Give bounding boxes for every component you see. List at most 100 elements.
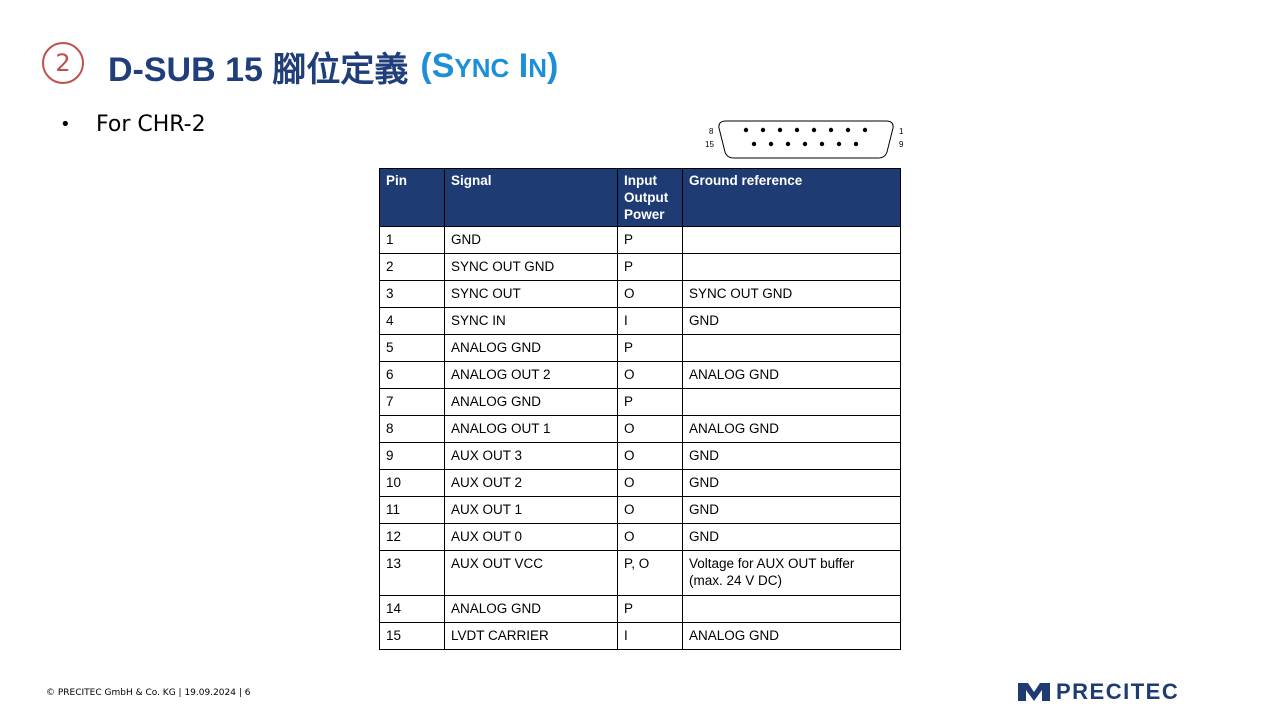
bullet-item: • For CHR-2 bbox=[60, 112, 206, 137]
cell-io: P bbox=[617, 253, 683, 281]
table-row: 10 AUX OUT 2 O GND bbox=[379, 469, 901, 497]
cell-pin: 5 bbox=[379, 334, 445, 362]
connector-pins-bottom bbox=[751, 141, 859, 147]
table-row: 7 ANALOG GND P bbox=[379, 388, 901, 416]
table-row: 8 ANALOG OUT 1 O ANALOG GND bbox=[379, 415, 901, 443]
cell-io: P bbox=[617, 388, 683, 416]
cell-signal: ANALOG GND bbox=[444, 334, 618, 362]
footer-copyright: © PRECITEC GmbH & Co. KG | 19.09.2024 | … bbox=[46, 688, 251, 698]
cell-ground: SYNC OUT GND bbox=[682, 280, 901, 308]
table-row: 5 ANALOG GND P bbox=[379, 334, 901, 362]
table-row: 11 AUX OUT 1 O GND bbox=[379, 496, 901, 524]
dsub-connector-diagram: 8 15 1 9 bbox=[705, 120, 904, 159]
cell-io: O bbox=[617, 442, 683, 470]
cell-signal: GND bbox=[444, 226, 618, 254]
header-ground-reference: Ground reference bbox=[682, 168, 901, 227]
table-header-row: Pin Signal Input Output Power Ground ref… bbox=[379, 168, 901, 227]
cell-ground: ANALOG GND bbox=[682, 622, 901, 650]
cell-signal: SYNC OUT bbox=[444, 280, 618, 308]
cell-io: O bbox=[617, 523, 683, 551]
cell-ground: ANALOG GND bbox=[682, 361, 901, 389]
cell-ground: Voltage for AUX OUT buffer (max. 24 V DC… bbox=[682, 550, 901, 596]
cell-pin: 15 bbox=[379, 622, 445, 650]
logo-text: PRECITEC bbox=[1056, 679, 1180, 704]
cell-ground-line-1: Voltage for AUX OUT buffer bbox=[689, 556, 855, 571]
company-logo: PRECITEC bbox=[1018, 679, 1180, 704]
cell-ground: GND bbox=[682, 307, 901, 335]
header-io: Input Output Power bbox=[617, 168, 683, 227]
cell-ground: GND bbox=[682, 523, 901, 551]
table-row: 15 LVDT CARRIER I ANALOG GND bbox=[379, 622, 901, 650]
cell-ground bbox=[682, 253, 901, 281]
header-signal: Signal bbox=[444, 168, 618, 227]
cell-signal: AUX OUT 2 bbox=[444, 469, 618, 497]
cell-io: O bbox=[617, 469, 683, 497]
cell-io: I bbox=[617, 307, 683, 335]
cell-pin: 11 bbox=[379, 496, 445, 524]
cell-signal: AUX OUT 0 bbox=[444, 523, 618, 551]
precitec-logo-mark-icon bbox=[1018, 683, 1050, 701]
cell-ground bbox=[682, 388, 901, 416]
cell-pin: 9 bbox=[379, 442, 445, 470]
table-row: 6 ANALOG OUT 2 O ANALOG GND bbox=[379, 361, 901, 389]
cell-io: P bbox=[617, 595, 683, 623]
table-row: 2 SYNC OUT GND P bbox=[379, 253, 901, 281]
cell-ground bbox=[682, 595, 901, 623]
cell-ground: ANALOG GND bbox=[682, 415, 901, 443]
cell-signal: AUX OUT 1 bbox=[444, 496, 618, 524]
cell-ground bbox=[682, 334, 901, 362]
page-title-main: D-SUB 15 腳位定義 bbox=[108, 50, 409, 89]
cell-pin: 8 bbox=[379, 415, 445, 443]
cell-ground: GND bbox=[682, 442, 901, 470]
cell-signal: ANALOG GND bbox=[444, 595, 618, 623]
section-number-badge: 2 bbox=[42, 42, 84, 84]
cell-pin: 10 bbox=[379, 469, 445, 497]
table-row: 4 SYNC IN I GND bbox=[379, 307, 901, 335]
connector-shell bbox=[718, 120, 894, 159]
cell-pin: 7 bbox=[379, 388, 445, 416]
pin-definition-table: Pin Signal Input Output Power Ground ref… bbox=[379, 168, 901, 650]
cell-ground: GND bbox=[682, 469, 901, 497]
table-row: 12 AUX OUT 0 O GND bbox=[379, 523, 901, 551]
bullet-text: For CHR-2 bbox=[96, 112, 206, 137]
cell-signal: SYNC IN bbox=[444, 307, 618, 335]
cell-ground bbox=[682, 226, 901, 254]
bullet-dot-icon: • bbox=[60, 114, 71, 135]
cell-signal: LVDT CARRIER bbox=[444, 622, 618, 650]
cell-io: P, O bbox=[617, 550, 683, 596]
cell-signal: ANALOG GND bbox=[444, 388, 618, 416]
cell-pin: 2 bbox=[379, 253, 445, 281]
cell-io: O bbox=[617, 361, 683, 389]
cell-pin: 14 bbox=[379, 595, 445, 623]
cell-ground-line-2: (max. 24 V DC) bbox=[689, 573, 783, 588]
cell-pin: 13 bbox=[379, 550, 445, 596]
cell-pin: 3 bbox=[379, 280, 445, 308]
cell-signal: ANALOG OUT 1 bbox=[444, 415, 618, 443]
page-title-accent: (SYNC IN) bbox=[420, 46, 559, 85]
cell-io: O bbox=[617, 496, 683, 524]
cell-pin: 12 bbox=[379, 523, 445, 551]
connector-label-8: 8 bbox=[709, 127, 714, 136]
cell-io: P bbox=[617, 226, 683, 254]
cell-io: P bbox=[617, 334, 683, 362]
connector-label-15: 15 bbox=[705, 140, 714, 149]
cell-pin: 6 bbox=[379, 361, 445, 389]
cell-signal: AUX OUT 3 bbox=[444, 442, 618, 470]
connector-label-9: 9 bbox=[899, 140, 904, 149]
page-title: D-SUB 15 腳位定義 (SYNC IN) bbox=[108, 44, 559, 89]
cell-ground: GND bbox=[682, 496, 901, 524]
cell-signal: SYNC OUT GND bbox=[444, 253, 618, 281]
section-number: 2 bbox=[55, 49, 71, 77]
cell-pin: 4 bbox=[379, 307, 445, 335]
cell-signal: ANALOG OUT 2 bbox=[444, 361, 618, 389]
header-pin: Pin bbox=[379, 168, 445, 227]
connector-label-1: 1 bbox=[899, 127, 904, 136]
cell-io: I bbox=[617, 622, 683, 650]
cell-io: O bbox=[617, 415, 683, 443]
table-row: 9 AUX OUT 3 O GND bbox=[379, 442, 901, 470]
table-row: 3 SYNC OUT O SYNC OUT GND bbox=[379, 280, 901, 308]
cell-io: O bbox=[617, 280, 683, 308]
cell-signal: AUX OUT VCC bbox=[444, 550, 618, 596]
table-row: 13 AUX OUT VCC P, O Voltage for AUX OUT … bbox=[379, 550, 901, 596]
table-row: 14 ANALOG GND P bbox=[379, 595, 901, 623]
